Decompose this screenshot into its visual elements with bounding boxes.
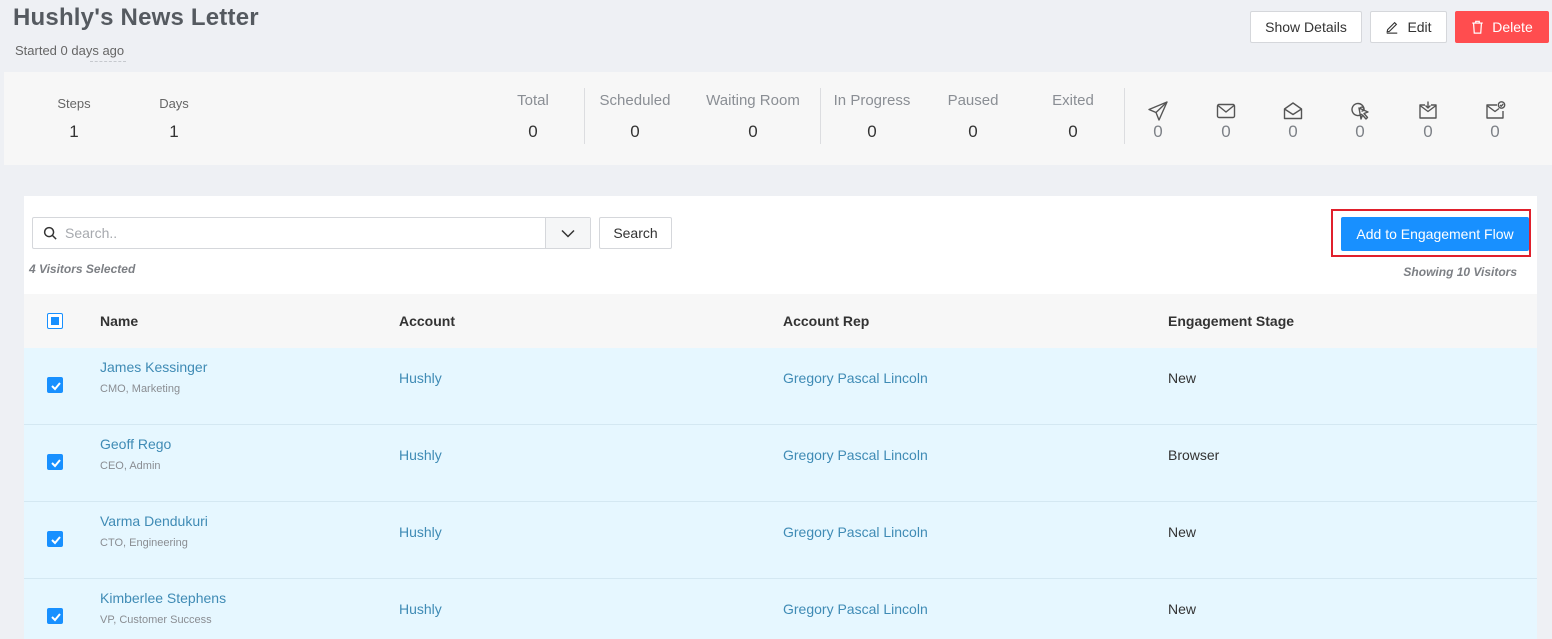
search-dropdown-button[interactable] [545,218,590,248]
stat-total-value: 0 [528,122,538,141]
visitor-title: CMO, Marketing [100,383,181,395]
visitor-title: CTO, Engineering [100,537,188,549]
started-subtitle: Started 0 days ago [15,43,125,58]
search-button-label: Search [613,225,658,241]
search-input[interactable] [65,218,543,248]
stats-divider [1124,88,1125,144]
page-title: Hushly's News Letter [13,4,259,31]
checkmark-icon [51,613,61,622]
stat-scheduled-label: Scheduled [599,92,671,109]
stat-downloaded-value: 0 [1423,122,1433,141]
visitor-name-link[interactable]: Geoff Rego [100,436,171,452]
account-link[interactable]: Hushly [399,447,442,463]
stat-total-label: Total [517,92,549,109]
edit-button[interactable]: Edit [1370,11,1447,43]
account-rep-link[interactable]: Gregory Pascal Lincoln [783,370,928,386]
table-header: Name Account Account Rep Engagement Stag… [24,294,1537,348]
page-header: Hushly's News Letter Started 0 days ago … [0,0,1552,72]
selected-count: 4 Visitors Selected [29,262,136,276]
stat-days-value: 1 [169,122,179,141]
account-link[interactable]: Hushly [399,524,442,540]
account-rep-link[interactable]: Gregory Pascal Lincoln [783,447,928,463]
visitor-title: VP, Customer Success [100,614,212,626]
showing-count: Showing 10 Visitors [1403,265,1517,279]
stat-opened-value: 0 [1288,122,1298,141]
stat-paused-value: 0 [968,122,978,141]
engagement-stage: New [1168,601,1197,617]
stat-scheduled-value: 0 [630,122,640,141]
checkmark-icon [51,459,61,468]
mail-icon [1216,103,1236,119]
stat-clicked-value: 0 [1355,122,1365,141]
subtitle-divider [90,61,126,62]
search-button[interactable]: Search [599,217,672,249]
stat-delivered-value: 0 [1221,122,1231,141]
stat-exited-value: 0 [1068,122,1078,141]
delete-label: Delete [1492,19,1533,35]
table-row[interactable]: Kimberlee Stephens VP, Customer Success … [24,579,1537,639]
column-header-account[interactable]: Account [399,313,455,329]
table-row[interactable]: James Kessinger CMO, Marketing Hushly Gr… [24,348,1537,425]
column-header-account-rep[interactable]: Account Rep [783,313,869,329]
mail-download-icon [1419,101,1437,119]
stat-in-progress-label: In Progress [833,92,911,109]
edit-icon [1386,21,1398,34]
visitors-panel: Search 4 Visitors Selected Add to Engage… [24,196,1537,639]
add-to-engagement-flow-label: Add to Engagement Flow [1356,226,1514,242]
edit-label: Edit [1407,19,1432,35]
chevron-down-icon [561,229,575,238]
stat-converted-value: 0 [1490,122,1500,141]
stat-sent-value: 0 [1153,122,1163,141]
engagement-stage: New [1168,370,1197,386]
column-header-name[interactable]: Name [100,313,138,329]
search-icon [43,226,57,240]
account-link[interactable]: Hushly [399,601,442,617]
visitor-title: CEO, Admin [100,460,161,472]
account-rep-link[interactable]: Gregory Pascal Lincoln [783,524,928,540]
table-row[interactable]: Varma Dendukuri CTO, Engineering Hushly … [24,502,1537,579]
engagement-stage: Browser [1168,447,1220,463]
account-link[interactable]: Hushly [399,370,442,386]
stats-divider [584,88,585,144]
stats-divider [820,88,821,144]
send-icon [1148,101,1168,121]
row-checkbox[interactable] [47,531,63,547]
stat-steps-label: Steps [57,96,91,111]
stat-paused-label: Paused [947,92,999,109]
stat-waiting-room-label: Waiting Room [706,92,800,109]
column-header-engagement-stage[interactable]: Engagement Stage [1168,313,1294,329]
engagement-stage: New [1168,524,1197,540]
search-box [32,217,591,249]
trash-icon [1472,20,1484,34]
add-to-engagement-flow-button[interactable]: Add to Engagement Flow [1341,217,1529,251]
stat-exited-label: Exited [1052,92,1094,109]
stat-steps-value: 1 [69,122,79,141]
show-details-label: Show Details [1265,19,1347,35]
select-all-checkbox[interactable] [47,313,63,329]
stat-waiting-room-value: 0 [748,122,758,141]
mail-open-icon [1283,102,1303,120]
row-checkbox[interactable] [47,454,63,470]
row-checkbox[interactable] [47,608,63,624]
show-details-button[interactable]: Show Details [1250,11,1362,43]
checkmark-icon [51,536,61,545]
stat-in-progress-value: 0 [867,122,877,141]
visitor-name-link[interactable]: James Kessinger [100,359,207,375]
checkmark-icon [51,382,61,391]
stat-days-label: Days [159,96,189,111]
visitor-name-link[interactable]: Kimberlee Stephens [100,590,226,606]
row-checkbox[interactable] [47,377,63,393]
table-row[interactable]: Geoff Rego CEO, Admin Hushly Gregory Pas… [24,425,1537,502]
click-icon [1351,102,1369,120]
mail-check-icon [1486,101,1506,119]
visitor-name-link[interactable]: Varma Dendukuri [100,513,208,529]
delete-button[interactable]: Delete [1455,11,1549,43]
account-rep-link[interactable]: Gregory Pascal Lincoln [783,601,928,617]
stats-bar: Steps 1 Days 1 Total 0 Scheduled 0 Waiti… [4,72,1552,165]
